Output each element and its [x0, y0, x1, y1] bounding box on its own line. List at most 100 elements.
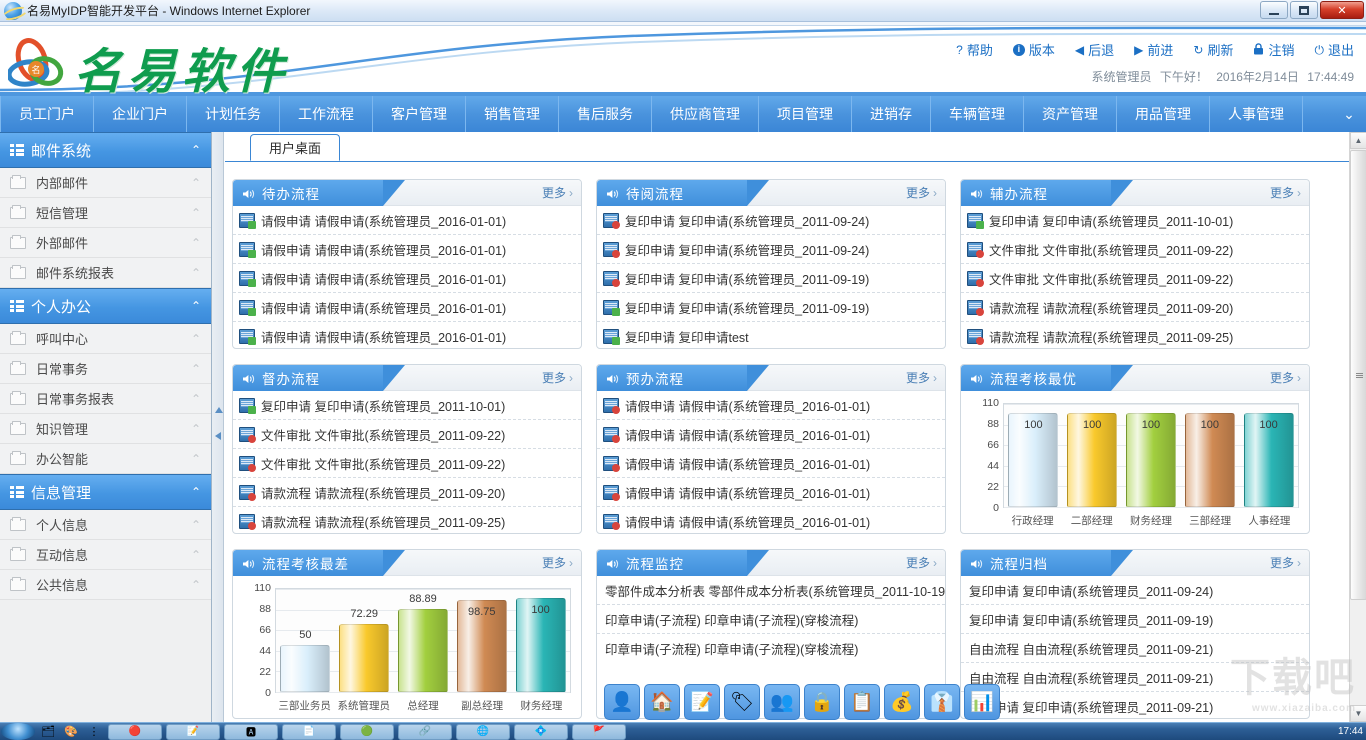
nav-item-14[interactable]: 人事管理 — [1210, 96, 1303, 132]
close-button[interactable]: ✕ — [1320, 1, 1364, 19]
list-item[interactable]: 复印申请 复印申请(系统管理员_2011-09-24) — [961, 576, 1309, 605]
bar[interactable]: 100 — [1126, 413, 1176, 507]
panel-more-link[interactable]: 更多 › — [1270, 369, 1301, 386]
logout-session-link[interactable]: 注销 — [1253, 40, 1294, 59]
list-item[interactable]: 请假申请 请假申请(系统管理员_2016-01-01) — [233, 235, 581, 264]
list-item[interactable]: 请款流程 请款流程(系统管理员_2011-09-20) — [233, 478, 581, 507]
nav-more-icon[interactable]: ⌄ — [1332, 96, 1366, 132]
panel-more-link[interactable]: 更多 › — [542, 554, 573, 571]
sidebar-splitter[interactable] — [212, 132, 224, 722]
sidebar-group-3[interactable]: 信息管理 ⌃ — [0, 474, 211, 510]
tab-user-desktop[interactable]: 用户桌面 — [250, 134, 341, 161]
taskbar-window-5[interactable]: 🟢 — [340, 723, 394, 740]
dock-button-8[interactable]: 💰 — [884, 684, 920, 720]
bar[interactable]: 100 — [1008, 413, 1059, 507]
splitter-up-icon[interactable] — [215, 407, 223, 413]
panel-more-link[interactable]: 更多 › — [1270, 554, 1301, 571]
list-item[interactable]: 复印申请 复印申请test — [597, 322, 945, 348]
taskbar-window-2[interactable]: 📝 — [166, 723, 220, 740]
dock-button-3[interactable]: 📝 — [684, 684, 720, 720]
list-item[interactable]: 复印申请 复印申请(系统管理员_2011-09-24) — [597, 206, 945, 235]
nav-item-1[interactable]: 员工门户 — [0, 96, 94, 132]
bar[interactable]: 100 — [1184, 413, 1235, 507]
list-item[interactable]: 请假申请 请假申请(系统管理员_2016-01-01) — [233, 322, 581, 348]
taskbar-window-4[interactable]: 📄 — [282, 723, 336, 740]
taskbar-window-7[interactable]: 🌐 — [456, 723, 510, 740]
list-item[interactable]: 文件审批 文件审批(系统管理员_2011-09-22) — [233, 420, 581, 449]
list-item[interactable]: 请款流程 请款流程(系统管理员_2011-09-25) — [233, 507, 581, 533]
list-item[interactable]: 请假申请 请假申请(系统管理员_2016-01-01) — [597, 449, 945, 478]
sidebar-item-3-2[interactable]: 互动信息 ⌃ — [0, 540, 211, 570]
list-item[interactable]: 请假申请 请假申请(系统管理员_2016-01-01) — [233, 206, 581, 235]
sidebar-item-2-5[interactable]: 办公智能 ⌃ — [0, 444, 211, 474]
scroll-down-button[interactable]: ▼ — [1350, 705, 1366, 722]
bar[interactable]: 100 — [1067, 413, 1118, 507]
quicklaunch-handle[interactable]: ⋮ — [84, 724, 104, 740]
dock-button-2[interactable]: 🏠 — [644, 684, 680, 720]
taskbar-window-1[interactable]: 🔴 — [108, 723, 162, 740]
dock-button-4[interactable]: 🏷 — [724, 684, 760, 720]
list-item[interactable]: 请假申请 请假申请(系统管理员_2016-01-01) — [597, 420, 945, 449]
sidebar-item-2-4[interactable]: 知识管理 ⌃ — [0, 414, 211, 444]
nav-item-6[interactable]: 销售管理 — [466, 96, 559, 132]
nav-item-12[interactable]: 资产管理 — [1024, 96, 1117, 132]
list-item[interactable]: 复印申请 复印申请(系统管理员_2011-10-01) — [961, 206, 1309, 235]
list-item[interactable]: 复印申请 复印申请(系统管理员_2011-09-19) — [597, 264, 945, 293]
list-item[interactable]: 请假申请 请假申请(系统管理员_2016-01-01) — [233, 293, 581, 322]
list-item[interactable]: 零部件成本分析表 零部件成本分析表(系统管理员_2011-10-19) — [597, 576, 945, 605]
nav-item-5[interactable]: 客户管理 — [373, 96, 466, 132]
nav-item-11[interactable]: 车辆管理 — [931, 96, 1024, 132]
taskbar-window-9[interactable]: 🚩 — [572, 723, 626, 740]
start-button[interactable] — [1, 723, 35, 740]
list-item[interactable]: 请假申请 请假申请(系统管理员_2016-01-01) — [597, 391, 945, 420]
list-item[interactable]: 复印申请 复印申请(系统管理员_2011-09-21) — [961, 692, 1309, 718]
list-item[interactable]: 印章申请(子流程) 印章申请(子流程)(穿梭流程) — [597, 605, 945, 634]
bar[interactable]: 100 — [515, 598, 566, 692]
panel-more-link[interactable]: 更多 › — [906, 554, 937, 571]
sidebar-item-3-3[interactable]: 公共信息 ⌃ — [0, 570, 211, 600]
list-item[interactable]: 自由流程 自由流程(系统管理员_2011-09-21) — [961, 663, 1309, 692]
scrollbar-thumb[interactable] — [1350, 150, 1366, 600]
nav-item-9[interactable]: 项目管理 — [759, 96, 852, 132]
scroll-up-button[interactable]: ▲ — [1350, 132, 1366, 149]
sidebar-item-1-2[interactable]: 短信管理 ⌃ — [0, 198, 211, 228]
dock-button-1[interactable]: 👤 — [604, 684, 640, 720]
panel-more-link[interactable]: 更多 › — [906, 369, 937, 386]
list-item[interactable]: 文件审批 文件审批(系统管理员_2011-09-22) — [961, 264, 1309, 293]
list-item[interactable]: 请款流程 请款流程(系统管理员_2011-09-20) — [961, 293, 1309, 322]
version-link[interactable]: i 版本 — [1012, 40, 1055, 59]
dock-button-10[interactable]: 📊 — [964, 684, 1000, 720]
taskbar-clock[interactable]: 17:44 — [1338, 726, 1363, 737]
list-item[interactable]: 复印申请 复印申请(系统管理员_2011-09-24) — [597, 235, 945, 264]
taskbar-window-3[interactable]: 🅰 — [224, 723, 278, 740]
back-link[interactable]: ◀ 后退 — [1075, 40, 1114, 59]
list-item[interactable]: 请假申请 请假申请(系统管理员_2016-01-01) — [597, 478, 945, 507]
list-item[interactable]: 复印申请 复印申请(系统管理员_2011-09-19) — [597, 293, 945, 322]
list-item[interactable]: 请款流程 请款流程(系统管理员_2011-09-25) — [961, 322, 1309, 348]
sidebar-item-2-2[interactable]: 日常事务 ⌃ — [0, 354, 211, 384]
maximize-button[interactable] — [1290, 1, 1318, 19]
quicklaunch-icon-1[interactable]: 🗂 — [38, 724, 58, 740]
sidebar-item-2-1[interactable]: 呼叫中心 ⌃ — [0, 324, 211, 354]
panel-more-link[interactable]: 更多 › — [542, 369, 573, 386]
list-item[interactable]: 请假申请 请假申请(系统管理员_2016-01-01) — [233, 264, 581, 293]
panel-more-link[interactable]: 更多 › — [1270, 184, 1301, 201]
nav-item-8[interactable]: 供应商管理 — [652, 96, 759, 132]
forward-link[interactable]: ▶ 前进 — [1134, 40, 1173, 59]
taskbar-window-8[interactable]: 💠 — [514, 723, 568, 740]
quicklaunch-icon-2[interactable]: 🎨 — [61, 724, 81, 740]
list-item[interactable]: 文件审批 文件审批(系统管理员_2011-09-22) — [961, 235, 1309, 264]
dock-button-5[interactable]: 👥 — [764, 684, 800, 720]
list-item[interactable]: 文件审批 文件审批(系统管理员_2011-09-22) — [233, 449, 581, 478]
bar[interactable]: 50 — [280, 629, 331, 692]
sidebar-item-1-4[interactable]: 邮件系统报表 ⌃ — [0, 258, 211, 288]
bar[interactable]: 72.29 — [339, 608, 390, 692]
nav-item-4[interactable]: 工作流程 — [280, 96, 373, 132]
page-scrollbar[interactable]: ▲ ▼ — [1349, 132, 1366, 722]
sidebar-group-1[interactable]: 邮件系统 ⌃ — [0, 132, 211, 168]
panel-more-link[interactable]: 更多 › — [906, 184, 937, 201]
sidebar-item-2-3[interactable]: 日常事务报表 ⌃ — [0, 384, 211, 414]
sidebar-item-1-3[interactable]: 外部邮件 ⌃ — [0, 228, 211, 258]
bar[interactable]: 98.75 — [456, 599, 507, 692]
list-item[interactable]: 自由流程 自由流程(系统管理员_2011-09-21) — [961, 634, 1309, 663]
